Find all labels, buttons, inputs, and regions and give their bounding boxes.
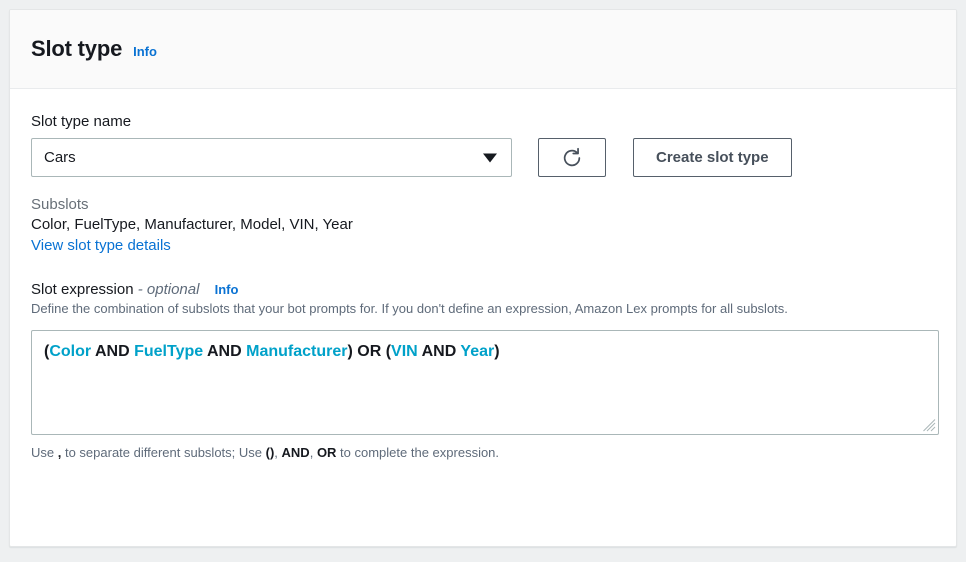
card-body: Slot type name Cars Create slot type Sub…: [10, 89, 956, 460]
expression-subslot-token: Manufacturer: [246, 343, 347, 360]
subslots-value: Color, FuelType, Manufacturer, Model, VI…: [31, 216, 935, 233]
expression-operator-token: AND: [422, 343, 457, 360]
hint-text: ,: [274, 445, 281, 460]
slot-expression-value: (Color AND FuelType AND Manufacturer) OR…: [44, 341, 926, 363]
subslots-label: Subslots: [31, 196, 935, 213]
hint-text: ,: [310, 445, 317, 460]
slot-expression-description: Define the combination of subslots that …: [31, 300, 935, 319]
refresh-icon: [561, 147, 583, 169]
hint-text: to separate different subslots; Use: [61, 445, 265, 460]
slot-type-name-select[interactable]: Cars: [31, 138, 512, 177]
slot-type-name-label: Slot type name: [31, 113, 935, 130]
chevron-down-icon: [483, 153, 497, 162]
expression-subslot-token: FuelType: [134, 343, 203, 360]
expression-operator-token: AND: [207, 343, 242, 360]
hint-text: Use: [31, 445, 58, 460]
subslots-block: Subslots Color, FuelType, Manufacturer, …: [31, 196, 935, 255]
page-title: Slot type: [31, 36, 122, 62]
slot-expression-heading-text: Slot expression: [31, 281, 134, 298]
slot-expression-block: Slot expression - optional Info Define t…: [31, 281, 935, 460]
slot-type-controls-row: Cars Create slot type: [31, 138, 935, 177]
expression-paren-token: ): [494, 343, 499, 360]
slot-expression-info-link[interactable]: Info: [215, 282, 239, 297]
hint-token: OR: [317, 445, 337, 460]
expression-subslot-token: Year: [460, 343, 494, 360]
card-header: Slot type Info: [10, 10, 956, 89]
header-info-link[interactable]: Info: [133, 44, 157, 59]
slot-expression-input[interactable]: (Color AND FuelType AND Manufacturer) OR…: [31, 330, 939, 435]
expression-subslot-token: Color: [49, 343, 91, 360]
refresh-button[interactable]: [538, 138, 606, 177]
expression-operator-token: AND: [95, 343, 130, 360]
slot-type-card: Slot type Info Slot type name Cars Creat…: [9, 9, 957, 547]
create-slot-type-button[interactable]: Create slot type: [633, 138, 792, 177]
slot-expression-hint: Use , to separate different subslots; Us…: [31, 445, 935, 460]
hint-token: (): [266, 445, 275, 460]
hint-token: AND: [282, 445, 310, 460]
slot-type-name-selected-value: Cars: [44, 149, 76, 166]
hint-text: to complete the expression.: [336, 445, 499, 460]
slot-expression-heading: Slot expression - optional Info: [31, 281, 935, 298]
slot-expression-optional-suffix: - optional: [138, 281, 200, 298]
expression-subslot-token: VIN: [391, 343, 418, 360]
view-slot-type-details-link[interactable]: View slot type details: [31, 237, 171, 254]
resize-grip-icon: [923, 419, 936, 432]
expression-operator-token: OR: [357, 343, 381, 360]
